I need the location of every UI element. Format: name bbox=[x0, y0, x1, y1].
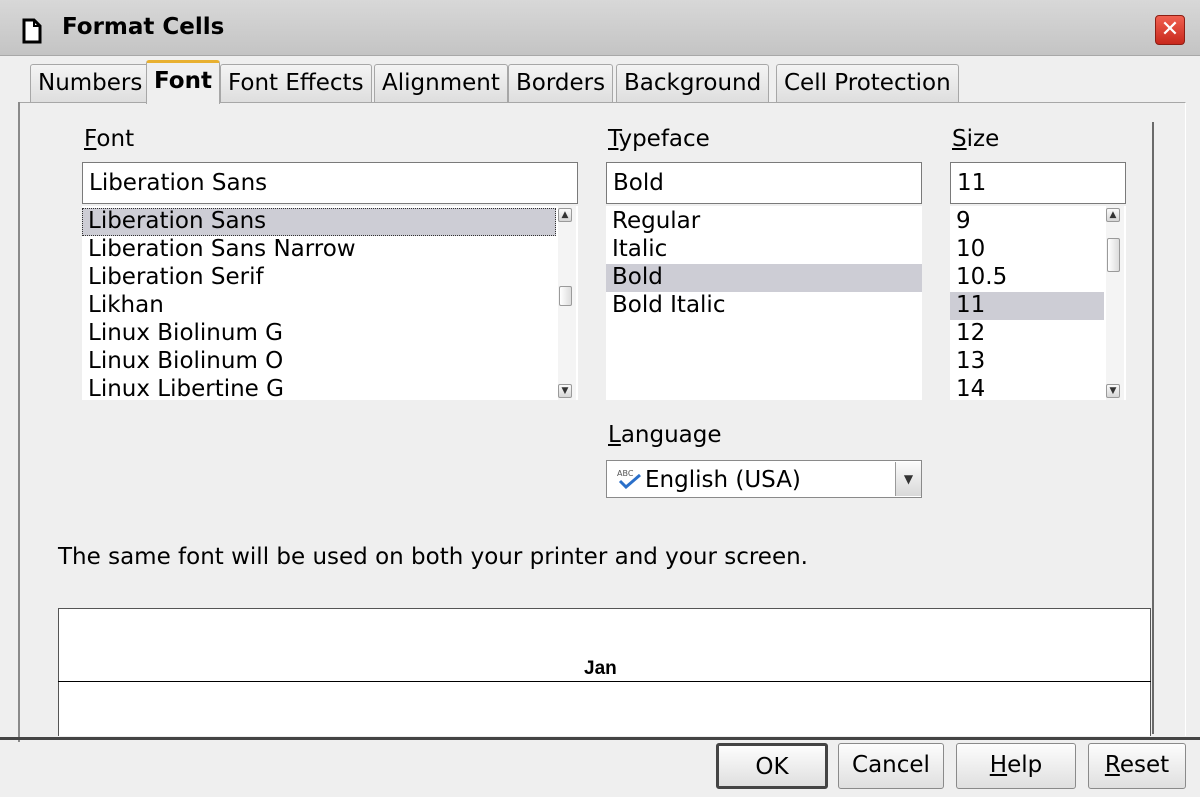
spellcheck-icon: ABC bbox=[617, 469, 641, 489]
title-bar: Format Cells ✕ bbox=[0, 0, 1200, 56]
scroll-thumb[interactable] bbox=[1107, 238, 1120, 272]
chevron-down-icon[interactable]: ▼ bbox=[895, 462, 921, 496]
list-item[interactable]: Liberation Sans Narrow bbox=[82, 236, 556, 264]
font-name-input[interactable]: Liberation Sans bbox=[82, 162, 578, 204]
typeface-label: Typeface bbox=[608, 126, 710, 152]
bottom-separator bbox=[0, 737, 1200, 740]
tab-cell-protection[interactable]: Cell Protection bbox=[776, 64, 959, 102]
scroll-down-icon[interactable]: ▼ bbox=[558, 384, 572, 398]
close-button[interactable]: ✕ bbox=[1155, 15, 1185, 45]
list-item[interactable]: 13 bbox=[950, 348, 1104, 376]
preview-baseline bbox=[58, 681, 1151, 682]
info-text: The same font will be used on both your … bbox=[58, 544, 808, 570]
size-list[interactable]: 9 10 10.5 11 12 13 14 ▲ ▼ bbox=[950, 206, 1126, 400]
list-item[interactable]: 11 bbox=[950, 292, 1104, 320]
list-item[interactable]: 14 bbox=[950, 376, 1104, 400]
preview-text: Jan bbox=[584, 658, 617, 680]
window-title: Format Cells bbox=[62, 14, 225, 40]
scroll-up-icon[interactable]: ▲ bbox=[558, 208, 572, 222]
list-item[interactable]: 12 bbox=[950, 320, 1104, 348]
document-icon bbox=[22, 18, 42, 44]
typeface-input[interactable]: Bold bbox=[606, 162, 922, 204]
scroll-up-icon[interactable]: ▲ bbox=[1106, 208, 1120, 222]
list-item[interactable]: Liberation Serif bbox=[82, 264, 556, 292]
language-label: Language bbox=[608, 422, 722, 448]
size-input[interactable]: 11 bbox=[950, 162, 1126, 204]
tab-font-effects[interactable]: Font Effects bbox=[220, 64, 372, 102]
list-item[interactable]: 10.5 bbox=[950, 264, 1104, 292]
typeface-list[interactable]: Regular Italic Bold Bold Italic bbox=[606, 206, 922, 400]
list-item[interactable]: Bold Italic bbox=[606, 292, 922, 320]
help-button[interactable]: Help bbox=[956, 743, 1076, 789]
language-value: English (USA) bbox=[645, 467, 801, 493]
scroll-thumb[interactable] bbox=[559, 286, 572, 306]
font-list-scrollbar[interactable]: ▲ ▼ bbox=[558, 206, 576, 400]
list-item[interactable]: Linux Libertine G bbox=[82, 376, 556, 400]
size-label: Size bbox=[952, 126, 1000, 152]
font-label: Font bbox=[84, 126, 135, 152]
panel-right-border bbox=[1152, 122, 1154, 734]
svg-text:ABC: ABC bbox=[617, 469, 634, 478]
tab-numbers[interactable]: Numbers bbox=[30, 64, 151, 102]
tab-font[interactable]: Font bbox=[146, 60, 220, 104]
reset-button[interactable]: Reset bbox=[1088, 743, 1186, 789]
size-list-scrollbar[interactable]: ▲ ▼ bbox=[1106, 206, 1124, 400]
list-item[interactable]: 9 bbox=[950, 208, 1104, 236]
tab-background[interactable]: Background bbox=[616, 64, 770, 102]
font-list[interactable]: Liberation Sans Liberation Sans Narrow L… bbox=[82, 206, 578, 400]
list-item[interactable]: Linux Biolinum G bbox=[82, 320, 556, 348]
list-item[interactable]: Bold bbox=[606, 264, 922, 292]
list-item[interactable]: 10 bbox=[950, 236, 1104, 264]
list-item[interactable]: Liberation Sans bbox=[82, 208, 556, 236]
scroll-down-icon[interactable]: ▼ bbox=[1106, 384, 1120, 398]
cancel-button[interactable]: Cancel bbox=[838, 743, 944, 789]
tab-alignment[interactable]: Alignment bbox=[374, 64, 508, 102]
list-item[interactable]: Likhan bbox=[82, 292, 556, 320]
list-item[interactable]: Italic bbox=[606, 236, 922, 264]
panel-left-border bbox=[18, 102, 20, 742]
tab-borders[interactable]: Borders bbox=[508, 64, 614, 102]
list-item[interactable]: Linux Biolinum O bbox=[82, 348, 556, 376]
list-item[interactable]: Regular bbox=[606, 208, 922, 236]
language-combobox[interactable]: ABC English (USA) ▼ bbox=[606, 460, 922, 498]
ok-button[interactable]: OK bbox=[716, 743, 828, 789]
